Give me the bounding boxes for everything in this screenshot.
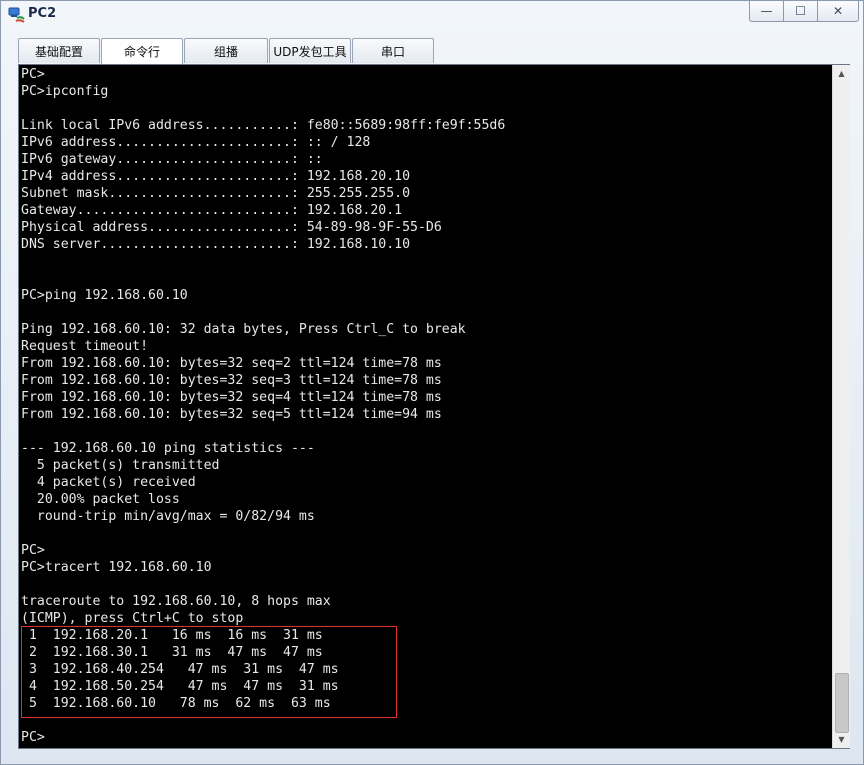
terminal-line: PC> bbox=[21, 730, 45, 745]
vertical-scrollbar[interactable]: ▲ ▼ bbox=[832, 65, 850, 748]
tab-multicast[interactable]: 组播 bbox=[184, 38, 268, 63]
terminal-line: DNS server........................: 192.… bbox=[21, 237, 411, 252]
terminal-line: PC>ipconfig bbox=[21, 84, 109, 99]
terminal-line: Request timeout! bbox=[21, 339, 149, 354]
terminal-line: IPv6 gateway......................: :: bbox=[21, 152, 323, 167]
terminal-line: 4 packet(s) received bbox=[21, 475, 196, 490]
terminal-line: IPv6 address......................: :: /… bbox=[21, 135, 371, 150]
tab-serial[interactable]: 串口 bbox=[352, 38, 434, 63]
terminal-line: traceroute to 192.168.60.10, 8 hops max bbox=[21, 594, 331, 609]
terminal-line: --- 192.168.60.10 ping statistics --- bbox=[21, 441, 315, 456]
maximize-button[interactable]: ☐ bbox=[783, 1, 818, 22]
terminal-line: PC> bbox=[21, 543, 45, 558]
minimize-button[interactable]: — bbox=[749, 1, 784, 22]
chevron-down-icon[interactable]: ▼ bbox=[833, 731, 850, 748]
terminal-line: round-trip min/avg/max = 0/82/94 ms bbox=[21, 509, 315, 524]
window-title: PC2 bbox=[28, 6, 57, 21]
tab-udp-tool[interactable]: UDP发包工具 bbox=[269, 38, 351, 63]
terminal-line: From 192.168.60.10: bytes=32 seq=2 ttl=1… bbox=[21, 356, 442, 371]
terminal-line: Physical address..................: 54-8… bbox=[21, 220, 442, 235]
terminal-line: Subnet mask.......................: 255.… bbox=[21, 186, 411, 201]
chevron-up-icon[interactable]: ▲ bbox=[833, 65, 850, 82]
terminal-line: PC>tracert 192.168.60.10 bbox=[21, 560, 212, 575]
scrollbar-thumb[interactable] bbox=[835, 673, 849, 733]
terminal-line: From 192.168.60.10: bytes=32 seq=3 ttl=1… bbox=[21, 373, 442, 388]
terminal-line: PC>ping 192.168.60.10 bbox=[21, 288, 188, 303]
terminal-line: PC> bbox=[21, 67, 45, 82]
tab-command-line[interactable]: 命令行 bbox=[101, 38, 183, 64]
tab-bar: 基础配置 命令行 组播 UDP发包工具 串口 bbox=[18, 38, 435, 64]
window-controls: — ☐ ✕ bbox=[749, 1, 859, 23]
terminal-line: Gateway...........................: 192.… bbox=[21, 203, 403, 218]
terminal-line: IPv4 address......................: 192.… bbox=[21, 169, 411, 184]
terminal-line: Link local IPv6 address...........: fe80… bbox=[21, 118, 506, 133]
tab-basic-config[interactable]: 基础配置 bbox=[18, 38, 100, 63]
app-window: PC2 — ☐ ✕ 基础配置 命令行 组播 UDP发包工具 串口 PC> PC>… bbox=[0, 0, 864, 765]
terminal-line: From 192.168.60.10: bytes=32 seq=5 ttl=1… bbox=[21, 407, 442, 422]
tracert-highlight-box bbox=[21, 626, 397, 718]
terminal-line: 5 packet(s) transmitted bbox=[21, 458, 220, 473]
terminal-line: Ping 192.168.60.10: 32 data bytes, Press… bbox=[21, 322, 466, 337]
terminal-line: (ICMP), press Ctrl+C to stop bbox=[21, 611, 244, 626]
terminal-line: 20.00% packet loss bbox=[21, 492, 180, 507]
close-button[interactable]: ✕ bbox=[817, 1, 859, 22]
title-bar[interactable]: PC2 — ☐ ✕ bbox=[1, 1, 863, 29]
network-pc-icon bbox=[8, 7, 25, 23]
command-line-terminal[interactable]: PC> PC>ipconfig Link local IPv6 address.… bbox=[18, 64, 850, 749]
terminal-line: From 192.168.60.10: bytes=32 seq=4 ttl=1… bbox=[21, 390, 442, 405]
